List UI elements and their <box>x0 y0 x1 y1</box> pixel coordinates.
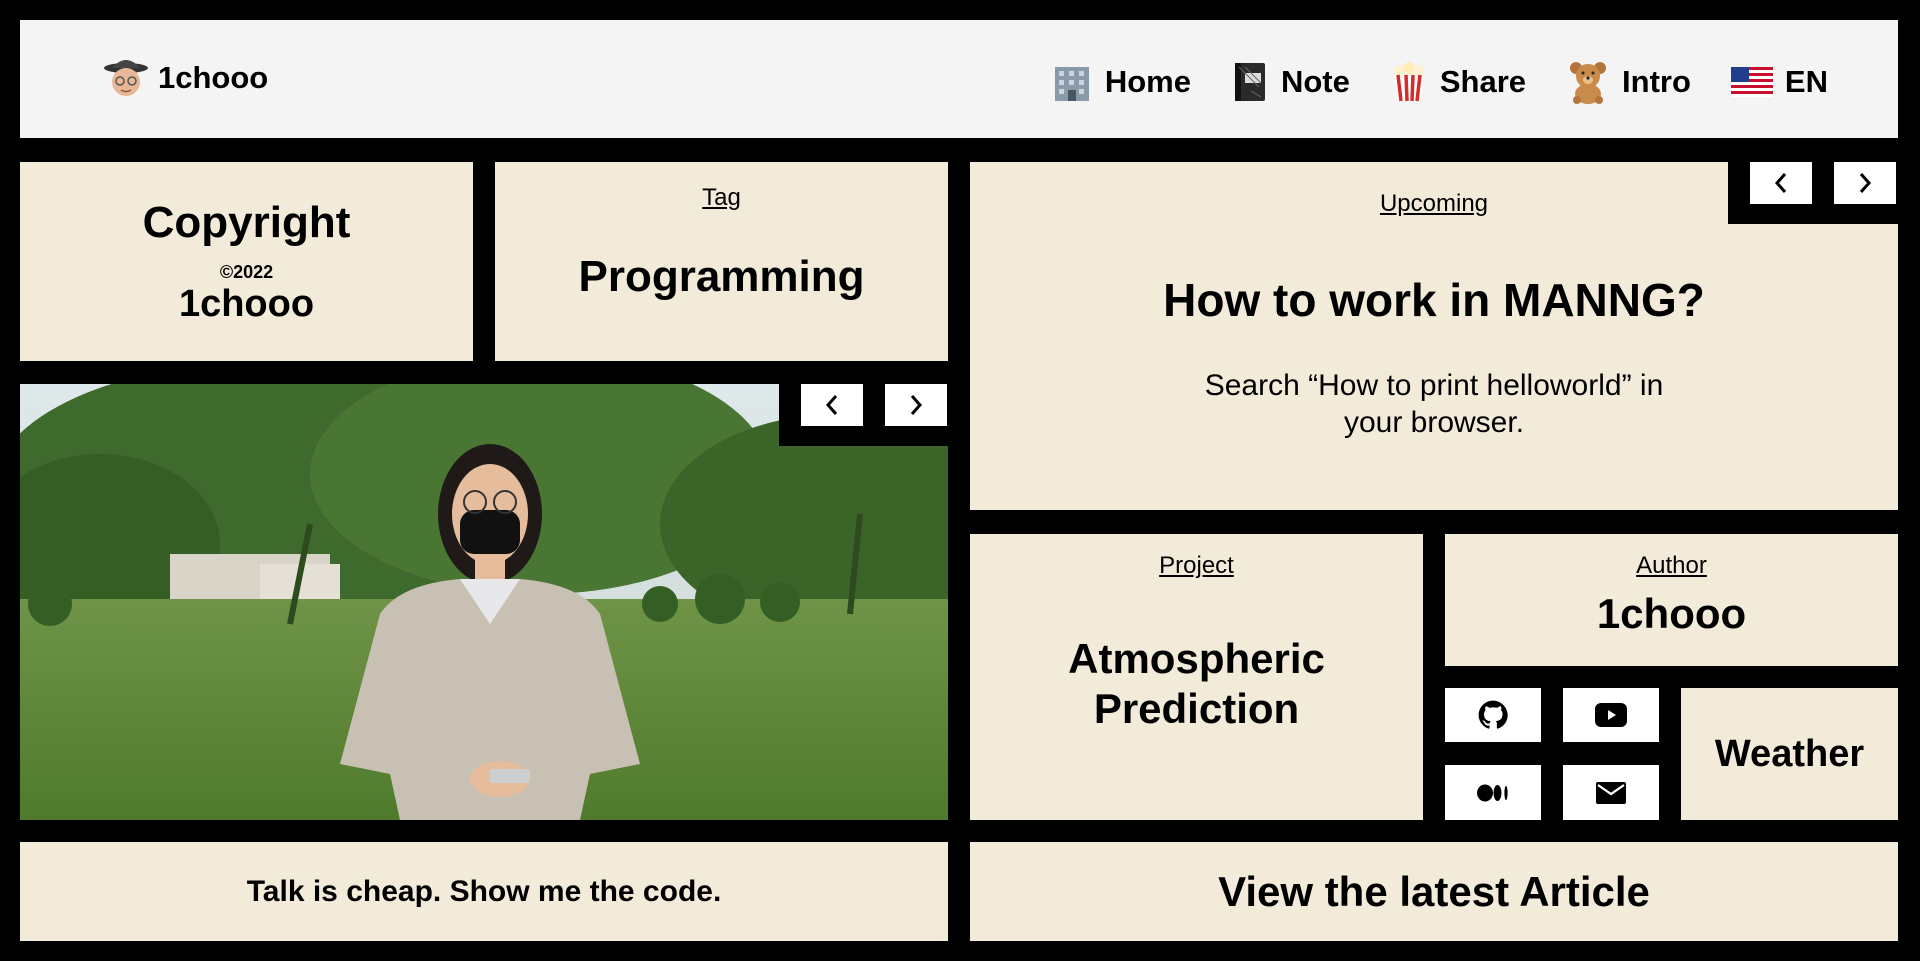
upcoming-desc-line-1: Search “How to print helloworld” in <box>1204 369 1664 402</box>
profile-photo <box>20 384 948 820</box>
upcoming-prev-button[interactable] <box>1750 162 1812 204</box>
nav-share-label: Share <box>1439 64 1527 99</box>
popcorn-icon <box>1393 62 1424 102</box>
nav-note-label: Note <box>1280 64 1350 99</box>
quote-card: Talk is cheap. Show me the code. <box>20 842 948 941</box>
notebook-icon <box>1234 63 1265 101</box>
us-flag-icon <box>1730 67 1773 97</box>
upcoming-desc-line-2: your browser. <box>1343 406 1525 439</box>
nav-intro[interactable]: Intro <box>1566 60 1691 104</box>
weather-label: Weather <box>1714 732 1865 775</box>
quote-text: Talk is cheap. Show me the code. <box>246 874 722 908</box>
email-link[interactable] <box>1563 765 1659 820</box>
language-label: EN <box>1784 64 1828 99</box>
project-name-line-1: Atmospheric <box>1068 635 1325 682</box>
photo-prev-button[interactable] <box>801 384 863 426</box>
youtube-icon <box>1595 703 1627 727</box>
author-card[interactable]: Author 1chooo <box>1445 534 1898 666</box>
upcoming-next-button[interactable] <box>1834 162 1896 204</box>
author-name: 1chooo <box>1596 590 1747 637</box>
project-card[interactable]: Project Atmospheric Prediction <box>970 534 1423 820</box>
language-switch[interactable]: EN <box>1730 64 1828 100</box>
memoji-avatar-icon <box>104 60 148 96</box>
nav-home[interactable]: Home <box>1051 61 1191 103</box>
nav-share[interactable]: Share <box>1390 61 1526 103</box>
upcoming-label: Upcoming <box>1379 190 1489 217</box>
weather-card[interactable]: Weather <box>1681 688 1898 820</box>
mail-icon <box>1596 781 1626 804</box>
nav-note[interactable]: Note <box>1231 61 1350 103</box>
copyright-card: Copyright ©2022 1chooo <box>20 162 473 361</box>
brand-name: 1chooo <box>158 60 269 95</box>
github-icon <box>1478 700 1508 729</box>
upcoming-title: How to work in MANNG? <box>1163 274 1705 326</box>
copyright-title: Copyright <box>142 197 351 247</box>
brand-link[interactable]: 1chooo <box>102 54 268 102</box>
tag-card[interactable]: Tag Programming <box>495 162 948 361</box>
nav-menu: Home Note Share Intro EN <box>1051 60 1828 104</box>
author-label: Author <box>1636 552 1707 579</box>
photo-next-button[interactable] <box>885 384 947 426</box>
project-name-line-2: Prediction <box>1093 685 1300 732</box>
office-building-icon <box>1054 67 1089 101</box>
top-navbar: 1chooo Home Note Share Intro EN <box>20 20 1898 138</box>
tag-label: Tag <box>702 184 741 211</box>
medium-icon <box>1477 784 1508 801</box>
youtube-link[interactable] <box>1563 688 1659 742</box>
tag-value: Programming <box>578 252 865 301</box>
latest-article-card[interactable]: View the latest Article <box>970 842 1898 941</box>
photo-carousel-controls <box>779 384 948 446</box>
teddy-bear-icon <box>1570 62 1607 104</box>
chevron-right-icon <box>1859 173 1872 193</box>
chevron-right-icon <box>910 395 923 415</box>
github-link[interactable] <box>1445 688 1541 742</box>
upcoming-carousel-controls <box>1728 162 1898 224</box>
medium-link[interactable] <box>1445 765 1541 820</box>
chevron-left-icon <box>825 395 838 415</box>
latest-article-link[interactable]: View the latest Article <box>1218 868 1650 916</box>
copyright-name: 1chooo <box>178 282 315 325</box>
nav-intro-label: Intro <box>1622 64 1691 99</box>
nav-home-label: Home <box>1104 64 1191 99</box>
project-label: Project <box>1159 552 1234 579</box>
chevron-left-icon <box>1774 173 1787 193</box>
park-portrait-image <box>20 384 948 820</box>
copyright-year: ©2022 <box>219 261 274 282</box>
